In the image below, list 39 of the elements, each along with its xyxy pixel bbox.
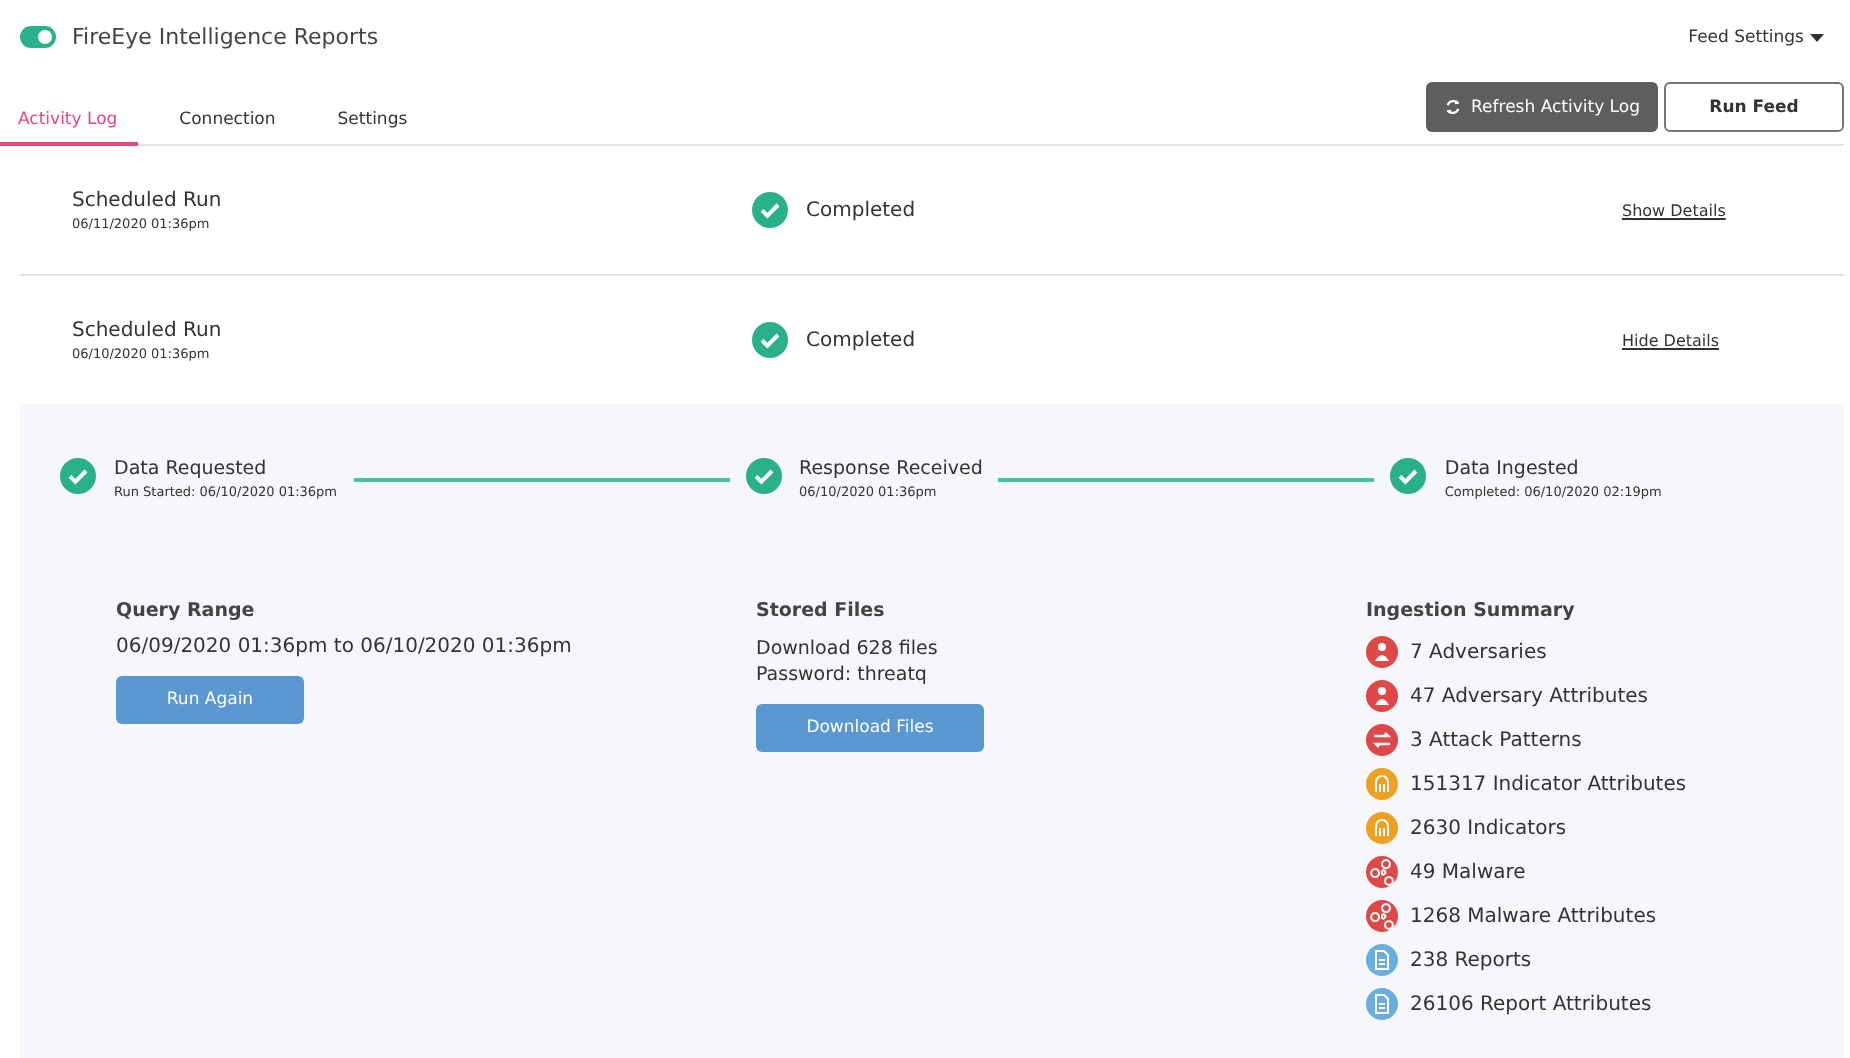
summary-item: 2630 Indicators xyxy=(1410,817,1567,839)
section-heading: Query Range xyxy=(116,600,255,622)
query-range-text: 06/09/2020 01:36pm to 06/10/2020 01:36pm xyxy=(116,636,572,658)
file-info-text: Password: threatq xyxy=(756,662,927,688)
summary-item: 151317 Indicator Attributes xyxy=(1410,773,1687,795)
check-icon xyxy=(745,458,782,494)
caret-icon xyxy=(1810,33,1824,41)
details-link[interactable]: Hide Details xyxy=(1622,331,1720,349)
step-title: Data Requested xyxy=(114,458,269,480)
summary-item: 47 Adversary Attributes xyxy=(1410,685,1649,707)
run-title: Scheduled Run xyxy=(72,189,224,211)
section-heading: Stored Files xyxy=(756,600,885,622)
summary-item: 238 Reports xyxy=(1410,949,1532,971)
feed-settings-menu[interactable]: Feed Settings xyxy=(1688,27,1824,47)
check-icon xyxy=(60,458,96,494)
run-feed-button[interactable]: Run Feed xyxy=(1664,82,1844,132)
details-link[interactable]: Show Details xyxy=(1622,201,1726,219)
summary-item: 7 Adversaries xyxy=(1410,641,1547,663)
feed-toggle[interactable] xyxy=(20,26,56,48)
step-title: Response Received xyxy=(799,458,983,480)
check-icon xyxy=(752,322,788,358)
tab[interactable]: Activity Log xyxy=(0,110,138,146)
run-title: Scheduled Run xyxy=(72,319,224,341)
feed-title: FireEye Intelligence Reports xyxy=(72,24,379,50)
tab[interactable]: Settings xyxy=(319,110,428,146)
section-heading: Ingestion Summary xyxy=(1366,600,1575,622)
check-icon xyxy=(752,192,788,228)
step-title: Data Ingested xyxy=(1444,458,1581,480)
summary-item: 49 Malware xyxy=(1410,861,1526,883)
refresh-button[interactable]: Refresh Activity Log xyxy=(1425,82,1658,132)
run-status: Completed xyxy=(806,199,916,221)
check-icon xyxy=(1390,458,1427,494)
file-info-text: Download 628 files xyxy=(756,636,938,662)
tab[interactable]: Connection xyxy=(161,110,296,146)
summary-item: 1268 Malware Attributes xyxy=(1410,905,1657,927)
summary-item: 26106 Report Attributes xyxy=(1410,993,1652,1015)
refresh-icon xyxy=(1443,98,1462,116)
summary-item: 3 Attack Patterns xyxy=(1410,729,1582,751)
run-status: Completed xyxy=(806,329,916,351)
